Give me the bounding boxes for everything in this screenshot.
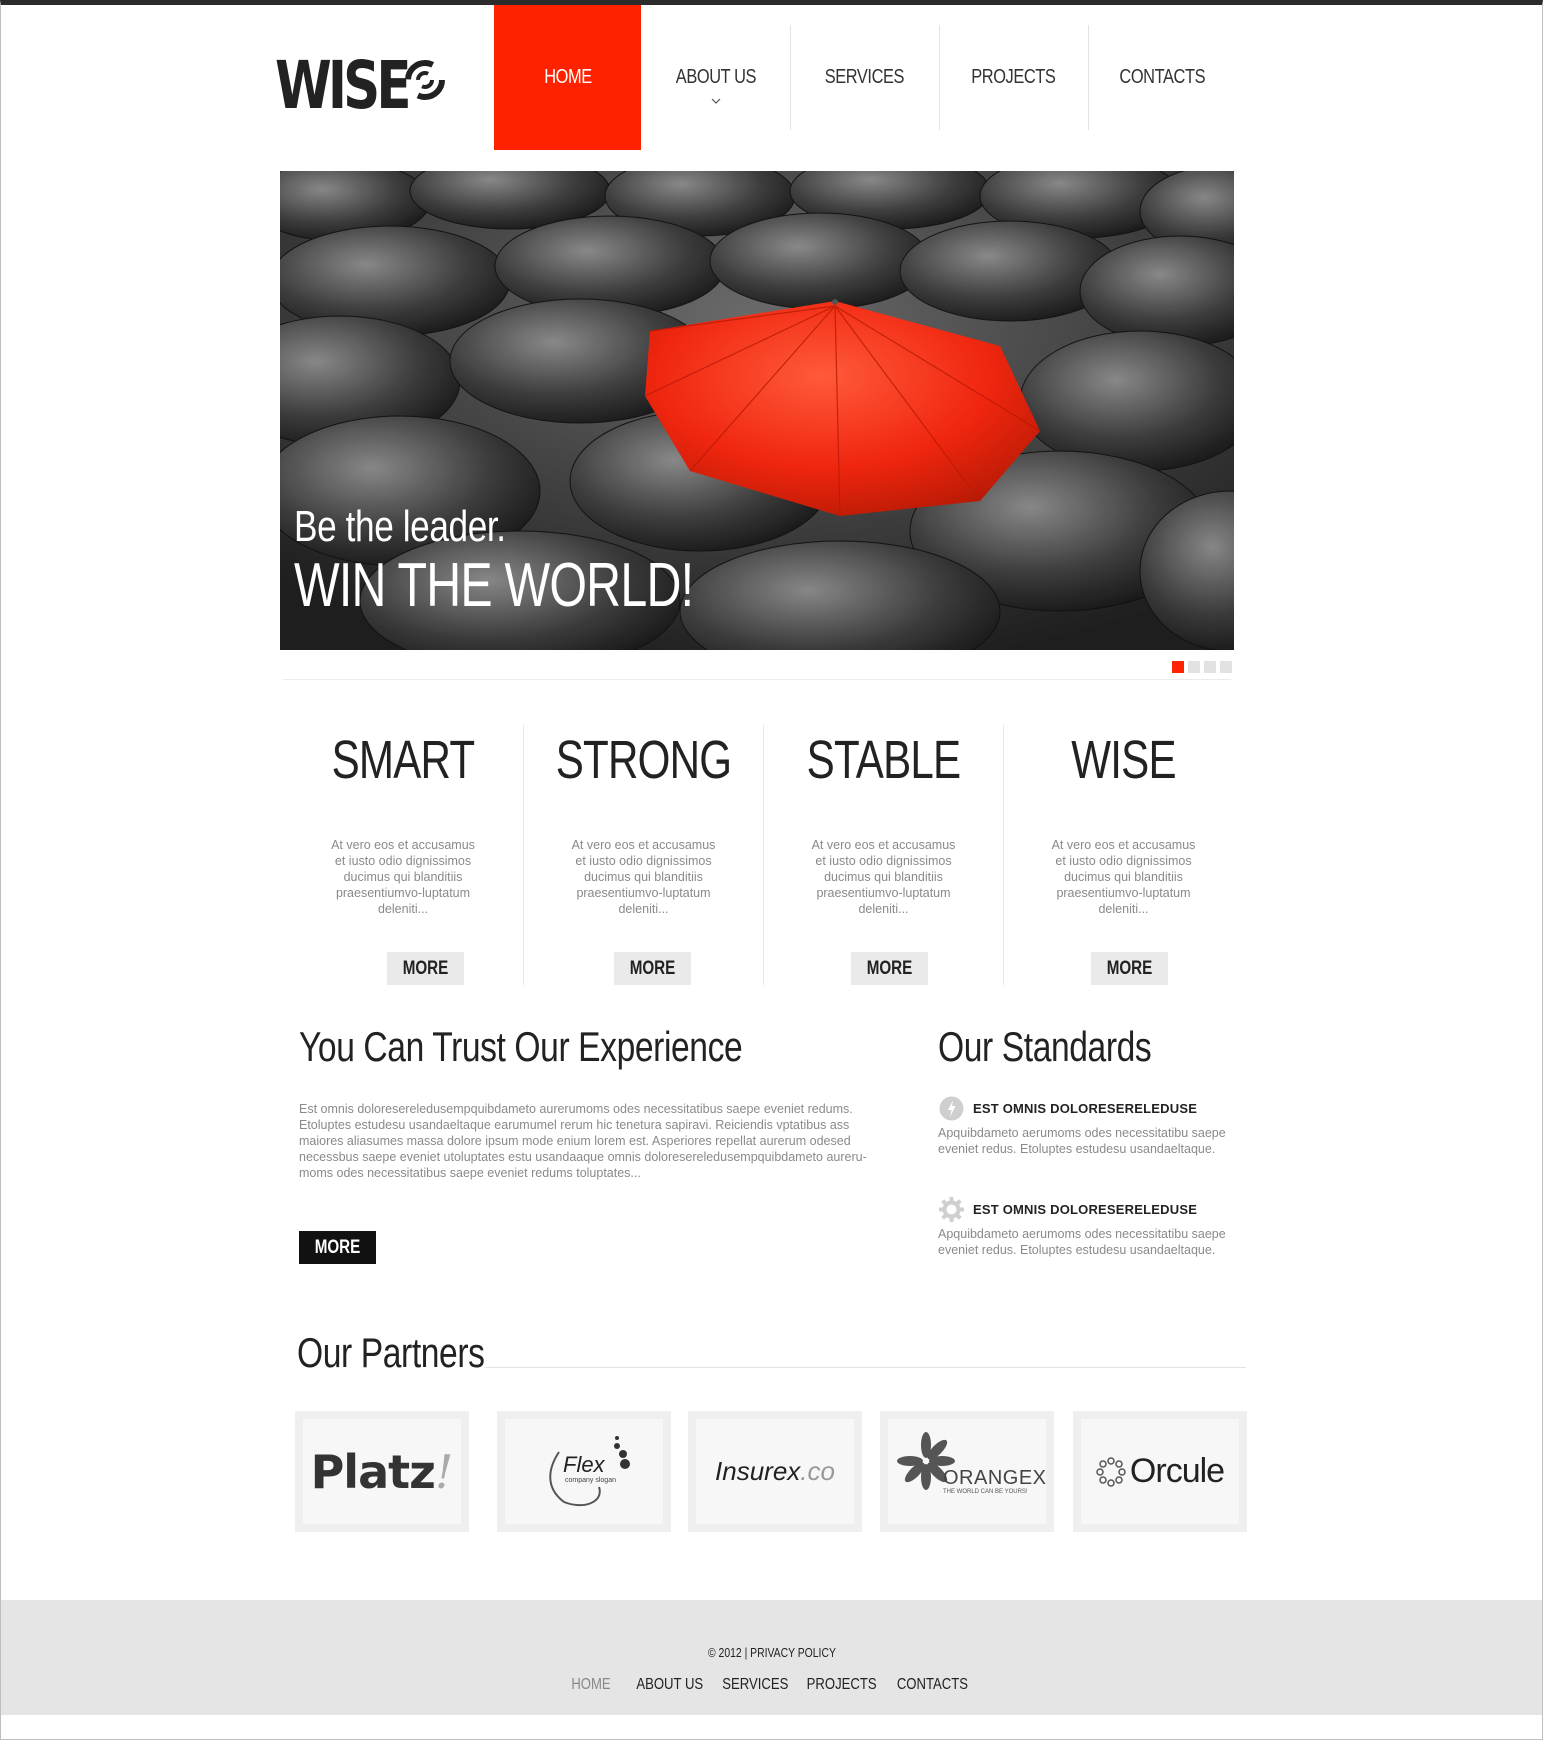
standard-heading: EST OMNIS DOLORESERELEDUSE — [973, 1101, 1198, 1116]
site-logo[interactable]: WISE — [275, 50, 445, 122]
partner-tagline: THE WORLD CAN BE YOURS! — [943, 1489, 1028, 1495]
partner-name: Insurex — [715, 1456, 801, 1486]
partner-suffix: .co — [800, 1456, 835, 1486]
standard-heading: EST OMNIS DOLORESERELEDUSE — [973, 1202, 1198, 1217]
nav-projects[interactable]: PROJECTS — [939, 5, 1088, 150]
footer-link-home[interactable]: HOME — [572, 1676, 611, 1694]
feature-text: At vero eos et accusamus et iusto odio d… — [811, 838, 956, 916]
main-nav: HOME ABOUT US SERVICES PROJECTS CONTACTS — [494, 5, 1237, 150]
feature-stable: STABLE At vero eos et accusamus et iusto… — [763, 725, 1003, 985]
feature-text: At vero eos et accusamus et iusto odio d… — [571, 838, 716, 916]
partner-flex[interactable]: Flex company slogan — [497, 1411, 671, 1532]
footer-link-services[interactable]: SERVICES — [722, 1676, 788, 1694]
hero-slider[interactable]: Be the leader. WIN THE WORLD! — [280, 171, 1234, 650]
feature-title: STRONG — [555, 730, 732, 790]
features-row: SMART At vero eos et accusamus et iusto … — [283, 725, 1243, 985]
standard-text: Apquibdameto aerumoms odes necessitatibu… — [938, 1227, 1226, 1257]
gear-icon — [939, 1197, 964, 1222]
feature-strong: STRONG At vero eos et accusamus et iusto… — [523, 725, 763, 985]
caption-line-2: WIN THE WORLD! — [294, 551, 694, 620]
partner-name: Platz — [310, 1444, 436, 1499]
swirl-logo-icon — [405, 60, 445, 100]
standard-item: EST OMNIS DOLORESERELEDUSE Apquibdameto … — [938, 1095, 1248, 1157]
standards-heading: Our Standards — [938, 1023, 1152, 1070]
caption-line-1: Be the leader. — [294, 502, 506, 551]
footer-link-contacts[interactable]: CONTACTS — [897, 1676, 968, 1694]
feature-smart: SMART At vero eos et accusamus et iusto … — [283, 725, 523, 985]
partner-name: ORANGEX — [943, 1467, 1046, 1489]
standard-text: Apquibdameto aerumoms odes necessitatibu… — [938, 1126, 1226, 1156]
feature-wise: WISE At vero eos et accusamus et iusto o… — [1003, 725, 1243, 985]
footer: © 2012 | PRIVACY POLICY HOME ABOUT US SE… — [1, 1600, 1542, 1715]
feature-text: At vero eos et accusamus et iusto odio d… — [1051, 838, 1196, 916]
partner-orangex[interactable]: ORANGEX THE WORLD CAN BE YOURS! — [880, 1411, 1054, 1532]
more-button[interactable]: MORE — [614, 952, 691, 985]
pager-dot-4[interactable] — [1220, 661, 1232, 673]
pager-dot-1[interactable] — [1172, 661, 1184, 673]
divider — [283, 679, 1231, 680]
feature-title: STABLE — [806, 730, 962, 790]
trust-text: Est omnis doloresereledusempquibdameto a… — [299, 1102, 867, 1180]
divider — [484, 1367, 1246, 1368]
logo-text: WISE — [275, 47, 411, 124]
partner-name: Flex — [563, 1452, 605, 1477]
nav-services[interactable]: SERVICES — [790, 5, 939, 150]
footer-nav: HOME ABOUT US SERVICES PROJECTS CONTACTS — [1, 1676, 1542, 1694]
partner-mark: ! — [434, 1444, 454, 1499]
partner-platz[interactable]: Platz! — [295, 1411, 469, 1532]
footer-link-about-us[interactable]: ABOUT US — [637, 1676, 704, 1694]
dots-ring-logo-icon — [1096, 1456, 1126, 1487]
nav-home[interactable]: HOME — [494, 5, 641, 150]
pager-dot-2[interactable] — [1188, 661, 1200, 673]
more-button[interactable]: MORE — [387, 952, 464, 985]
partner-orcule[interactable]: Orcule — [1073, 1411, 1247, 1532]
slider-caption: Be the leader. WIN THE WORLD! — [294, 501, 806, 619]
nav-about-us[interactable]: ABOUT US — [641, 5, 790, 150]
trust-more-button[interactable]: MORE — [299, 1231, 376, 1264]
partners-heading: Our Partners — [297, 1329, 485, 1376]
more-button[interactable]: MORE — [1091, 952, 1168, 985]
partner-insurex[interactable]: Insurex .co — [688, 1411, 862, 1532]
lightning-icon — [939, 1096, 964, 1121]
feature-title: WISE — [1071, 730, 1176, 790]
more-button[interactable]: MORE — [851, 952, 928, 985]
slider-pager — [1172, 661, 1232, 673]
copyright: © 2012 | PRIVACY POLICY — [707, 1645, 836, 1660]
footer-link-projects[interactable]: PROJECTS — [807, 1676, 877, 1694]
standard-item: EST OMNIS DOLORESERELEDUSE Apquibdameto … — [938, 1196, 1248, 1258]
partner-tagline: company slogan — [565, 1477, 616, 1484]
pager-dot-3[interactable] — [1204, 661, 1216, 673]
chevron-down-icon — [711, 98, 720, 104]
feature-text: At vero eos et accusamus et iusto odio d… — [331, 838, 475, 916]
trust-heading: You Can Trust Our Experience — [299, 1023, 743, 1070]
nav-contacts[interactable]: CONTACTS — [1088, 5, 1237, 150]
feature-title: SMART — [331, 730, 476, 790]
partner-name: Orcule — [1129, 1452, 1225, 1490]
